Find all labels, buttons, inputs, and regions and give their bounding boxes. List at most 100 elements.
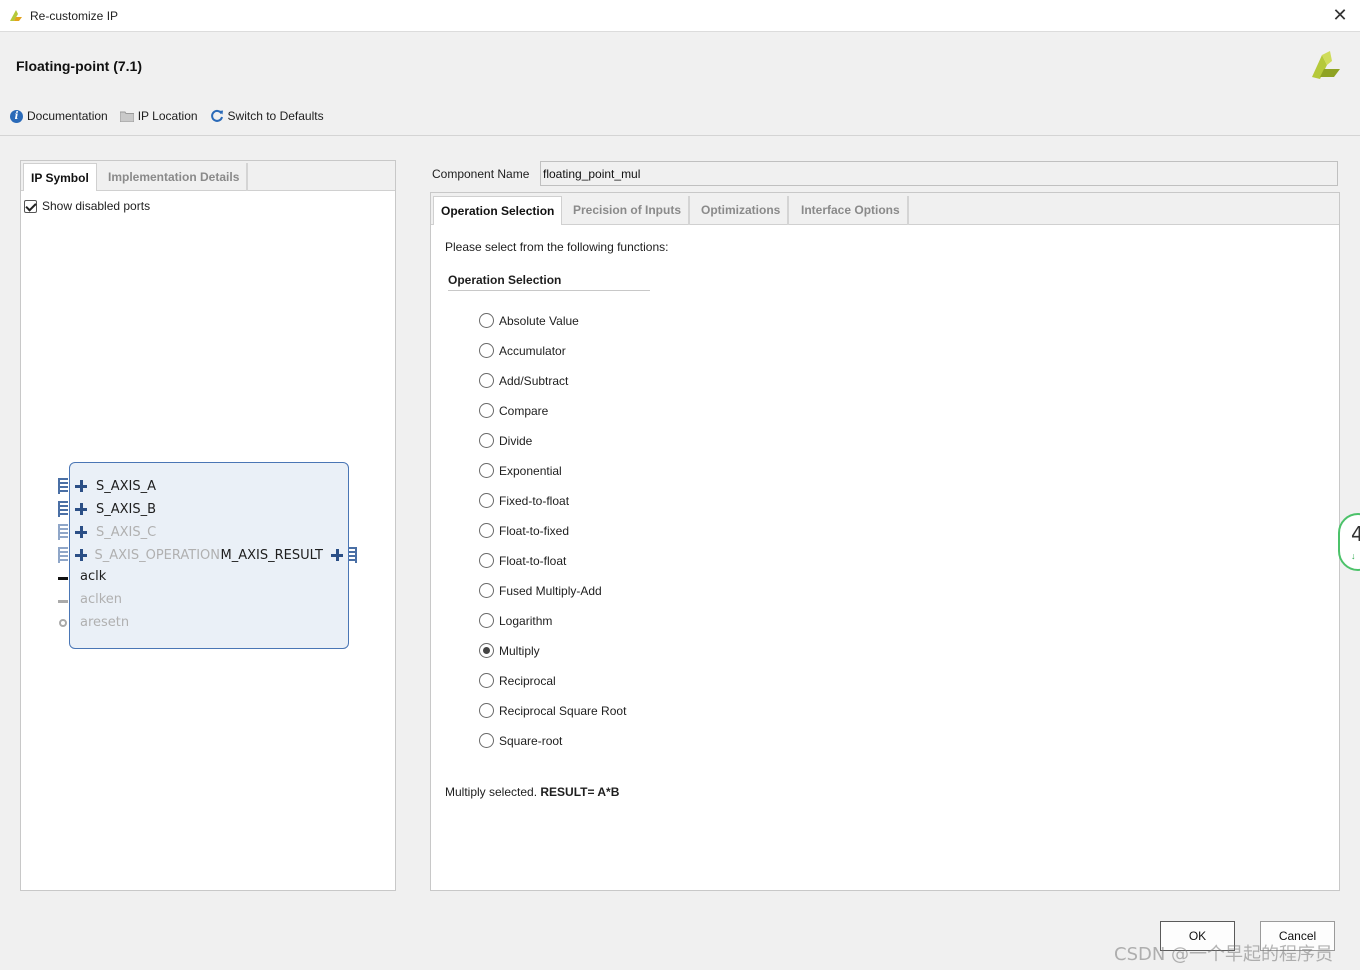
port-label: S_AXIS_C xyxy=(96,524,157,540)
tab-optimizations[interactable]: Optimizations xyxy=(694,196,790,225)
left-tab-bar: IP Symbol Implementation Details xyxy=(21,161,395,191)
right-tab-bar: Operation Selection Precision of Inputs … xyxy=(431,193,1339,225)
operation-option-label: Add/Subtract xyxy=(499,374,569,388)
aclken-pin xyxy=(58,600,68,603)
folder-icon xyxy=(119,111,134,122)
result-formula: RESULT= A*B xyxy=(540,785,620,799)
radio-button[interactable] xyxy=(479,643,494,658)
radio-button[interactable] xyxy=(479,373,494,388)
operation-option-row[interactable]: Logarithm xyxy=(479,612,626,642)
port-label: S_AXIS_B xyxy=(96,501,157,517)
operation-option-row[interactable]: Add/Subtract xyxy=(479,372,626,402)
port-s-axis-c[interactable]: S_AXIS_C xyxy=(70,522,156,542)
radio-button[interactable] xyxy=(479,523,494,538)
download-arrow-icon: ↓ xyxy=(1351,551,1356,561)
operation-option-label: Absolute Value xyxy=(499,314,579,328)
operation-option-label: Fixed-to-float xyxy=(499,494,570,508)
operation-option-label: Divide xyxy=(499,434,533,448)
port-s-axis-a[interactable]: S_AXIS_A xyxy=(70,476,156,496)
operation-option-row[interactable]: Reciprocal Square Root xyxy=(479,702,626,732)
show-disabled-ports-checkbox[interactable] xyxy=(24,199,37,213)
operation-option-label: Compare xyxy=(499,404,549,418)
expand-plus-icon[interactable] xyxy=(75,503,87,515)
operation-option-row[interactable]: Exponential xyxy=(479,462,626,492)
vivado-brand-logo xyxy=(1312,51,1340,79)
window-titlebar: Re-customize IP ✕ xyxy=(0,0,1360,32)
instructions-text: Please select from the following functio… xyxy=(445,240,669,254)
tab-interface-options[interactable]: Interface Options xyxy=(794,196,909,225)
radio-button[interactable] xyxy=(479,463,494,478)
tab-implementation-details[interactable]: Implementation Details xyxy=(101,163,249,191)
ip-symbol-block: S_AXIS_A S_AXIS_B S_AXIS_C S_AXIS_OPERAT… xyxy=(69,462,349,649)
radio-button[interactable] xyxy=(479,493,494,508)
operation-option-row[interactable]: Reciprocal xyxy=(479,672,626,702)
tab-precision-of-inputs[interactable]: Precision of Inputs xyxy=(566,196,691,225)
section-heading: Operation Selection xyxy=(448,273,650,291)
radio-button[interactable] xyxy=(479,673,494,688)
toolbar: i Documentation IP Location Switch to De… xyxy=(10,109,324,123)
radio-button[interactable] xyxy=(479,403,494,418)
component-name-input[interactable] xyxy=(540,161,1338,186)
radio-button[interactable] xyxy=(479,733,494,748)
result-prefix: Multiply selected. xyxy=(445,785,541,799)
radio-button[interactable] xyxy=(479,703,494,718)
operation-option-row[interactable]: Absolute Value xyxy=(479,312,626,342)
expand-plus-icon[interactable] xyxy=(75,480,87,492)
vivado-logo-icon xyxy=(10,10,22,21)
port-s-axis-b[interactable]: S_AXIS_B xyxy=(70,499,156,519)
expand-plus-icon[interactable] xyxy=(331,549,343,561)
operation-option-row[interactable]: Fused Multiply-Add xyxy=(479,582,626,612)
info-icon: i xyxy=(10,109,23,123)
window-title: Re-customize IP xyxy=(30,9,119,23)
port-m-axis-result[interactable]: M_AXIS_RESULT xyxy=(220,545,348,565)
operation-option-label: Multiply xyxy=(499,644,540,658)
operation-option-row[interactable]: Fixed-to-float xyxy=(479,492,626,522)
radio-button[interactable] xyxy=(479,553,494,568)
operation-option-label: Float-to-fixed xyxy=(499,524,570,538)
operation-option-label: Accumulator xyxy=(499,344,566,358)
ip-symbol-panel: IP Symbol Implementation Details Show di… xyxy=(20,160,396,891)
tab-operation-selection[interactable]: Operation Selection xyxy=(433,196,563,225)
tab-ip-symbol[interactable]: IP Symbol xyxy=(23,163,97,191)
operation-option-row[interactable]: Float-to-fixed xyxy=(479,522,626,552)
documentation-button[interactable]: i Documentation xyxy=(10,109,108,123)
port-label: S_AXIS_OPERATION xyxy=(94,547,220,563)
port-aclk[interactable]: aclk xyxy=(80,569,106,584)
operation-option-row[interactable]: Float-to-float xyxy=(479,552,626,582)
bus-connector-icon xyxy=(58,524,68,540)
operation-option-label: Float-to-float xyxy=(499,554,567,568)
component-name-label: Component Name xyxy=(432,167,530,181)
result-summary: Multiply selected. RESULT= A*B xyxy=(445,785,619,799)
operation-option-row[interactable]: Accumulator xyxy=(479,342,626,372)
documentation-label: Documentation xyxy=(27,109,108,123)
aclk-pin xyxy=(58,577,68,580)
radio-button[interactable] xyxy=(479,313,494,328)
operation-option-label: Exponential xyxy=(499,464,562,478)
radio-button[interactable] xyxy=(479,583,494,598)
operation-option-label: Square-root xyxy=(499,734,563,748)
operation-option-row[interactable]: Square-root xyxy=(479,732,626,762)
switch-to-defaults-button[interactable]: Switch to Defaults xyxy=(210,109,324,123)
refresh-icon xyxy=(210,109,223,122)
port-aclken[interactable]: aclken xyxy=(80,592,122,607)
operation-option-row[interactable]: Compare xyxy=(479,402,626,432)
operation-option-row[interactable]: Divide xyxy=(479,432,626,462)
operation-option-row[interactable]: Multiply xyxy=(479,642,626,672)
ip-location-button[interactable]: IP Location xyxy=(119,109,198,123)
watermark-text: CSDN @一个早起的程序员 xyxy=(1114,944,1334,965)
operation-option-label: Reciprocal xyxy=(499,674,556,688)
radio-button[interactable] xyxy=(479,343,494,358)
port-s-axis-operation[interactable]: S_AXIS_OPERATION xyxy=(70,545,220,565)
show-disabled-ports-toggle[interactable]: Show disabled ports xyxy=(24,199,150,213)
radio-button[interactable] xyxy=(479,433,494,448)
close-icon[interactable]: ✕ xyxy=(1330,5,1350,26)
expand-plus-icon[interactable] xyxy=(75,526,87,538)
radio-button[interactable] xyxy=(479,613,494,628)
show-disabled-ports-label: Show disabled ports xyxy=(42,199,151,213)
side-notification-badge[interactable]: 4 ↓ xyxy=(1338,513,1360,571)
port-aresetn[interactable]: aresetn xyxy=(80,615,129,630)
operation-option-label: Reciprocal Square Root xyxy=(499,704,627,718)
port-label: S_AXIS_A xyxy=(96,478,157,494)
bus-connector-icon xyxy=(58,501,68,517)
expand-plus-icon[interactable] xyxy=(75,549,88,561)
